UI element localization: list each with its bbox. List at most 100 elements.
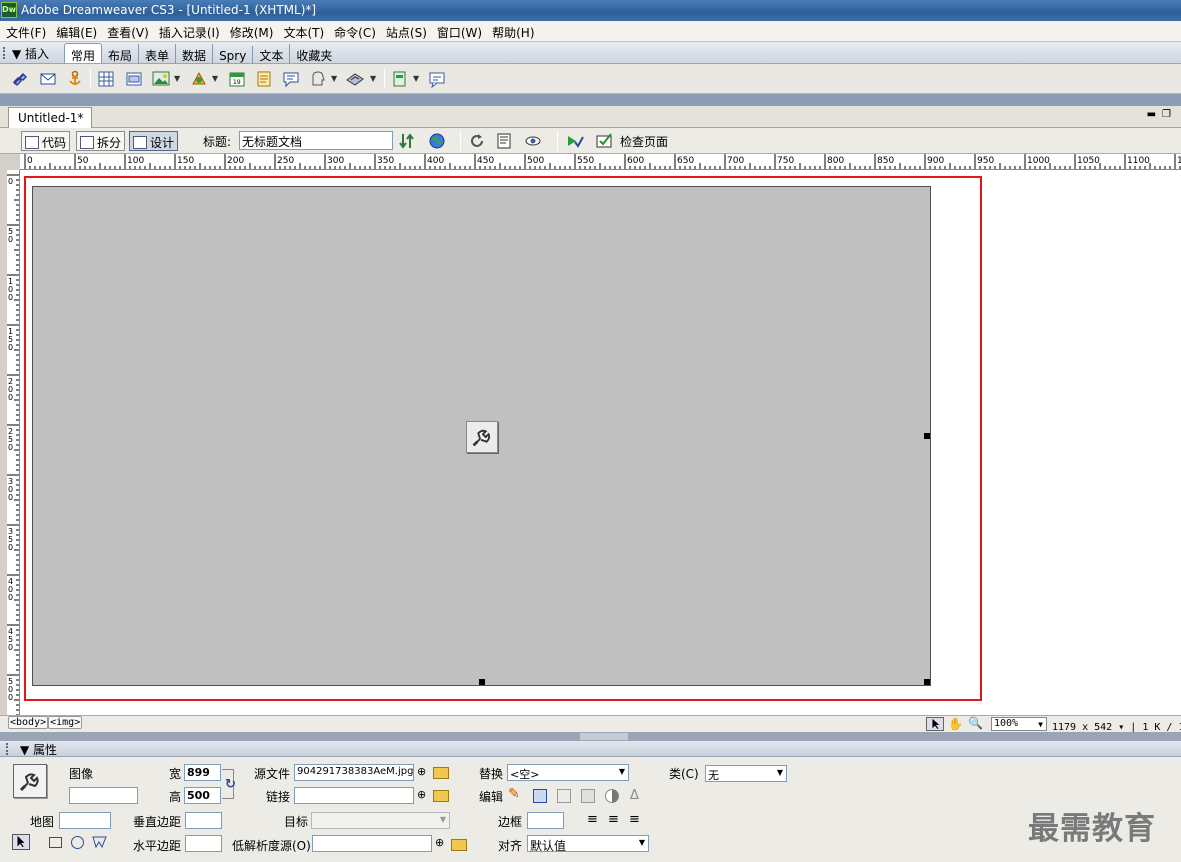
crop-icon[interactable] <box>557 789 571 803</box>
src-input[interactable]: 904291738383AeM.jpg <box>294 764 414 781</box>
class-select[interactable]: 无 <box>705 765 787 782</box>
reset-size-icon[interactable]: ↻ <box>225 777 236 792</box>
resize-handle-corner[interactable] <box>924 679 930 685</box>
rectangle-hotspot-icon[interactable] <box>49 837 62 848</box>
table-icon[interactable] <box>97 70 115 88</box>
browse-folder-icon[interactable] <box>433 767 449 779</box>
alt-select[interactable]: <空> <box>507 764 629 781</box>
server-side-include-icon[interactable] <box>255 70 273 88</box>
lowsrc-browse-folder-icon[interactable] <box>451 839 467 851</box>
menu-text[interactable]: 文本(T) <box>277 21 328 41</box>
document-tab[interactable]: Untitled-1* <box>8 107 93 128</box>
media-icon[interactable] <box>190 70 208 88</box>
tag-chooser-icon[interactable] <box>428 70 446 89</box>
image-name-input[interactable] <box>69 787 138 804</box>
visual-aids-icon[interactable] <box>524 132 542 150</box>
vspace-input[interactable] <box>185 812 222 829</box>
comment-icon[interactable] <box>282 70 300 88</box>
zoom-tool-icon[interactable]: 🔍 <box>968 716 983 730</box>
align-right-icon[interactable]: ≡ <box>629 812 640 827</box>
tag-img[interactable]: <img> <box>48 716 83 729</box>
panel-grip-icon[interactable] <box>3 47 7 59</box>
preview-in-browser-icon[interactable] <box>428 132 446 150</box>
image-dropdown-icon[interactable]: ▼ <box>174 74 180 83</box>
link-input[interactable] <box>294 787 414 804</box>
panel-splitter[interactable] <box>0 732 1181 741</box>
splitter-handle[interactable] <box>580 733 628 740</box>
script-dropdown-icon[interactable]: ▼ <box>370 74 376 83</box>
code-view-button[interactable]: 代码 <box>21 131 71 151</box>
select-tool-icon[interactable] <box>926 717 944 731</box>
optimize-icon[interactable] <box>533 789 547 803</box>
align-select[interactable]: 默认值 <box>527 835 649 852</box>
border-input[interactable] <box>527 812 564 829</box>
tag-body[interactable]: <body> <box>8 716 49 729</box>
refresh-icon[interactable] <box>468 132 486 150</box>
tab-forms[interactable]: 表单 <box>139 44 177 64</box>
hand-tool-icon[interactable]: ✋ <box>948 717 963 731</box>
file-management-icon[interactable] <box>398 132 416 150</box>
named-anchor-icon[interactable] <box>66 70 84 88</box>
menu-window[interactable]: 窗口(W) <box>431 21 486 41</box>
date-icon[interactable]: 19 <box>228 70 246 88</box>
link-point-to-file-icon[interactable]: ⊕ <box>417 788 426 801</box>
div-icon[interactable] <box>125 70 143 88</box>
minimize-icon[interactable]: ▬ <box>1147 109 1162 120</box>
menu-help[interactable]: 帮助(H) <box>486 21 538 41</box>
brightness-contrast-icon[interactable] <box>605 789 619 803</box>
check-page-button[interactable]: 检查页面 <box>620 133 668 150</box>
head-dropdown-icon[interactable]: ▼ <box>331 74 337 83</box>
view-options-icon[interactable] <box>496 132 514 150</box>
hspace-input[interactable] <box>185 835 222 852</box>
tab-common[interactable]: 常用 <box>64 43 103 63</box>
insert-panel-toggle[interactable]: ▼ 插入 <box>12 45 49 62</box>
map-name-input[interactable] <box>59 812 111 829</box>
lowsrc-input[interactable] <box>312 835 432 852</box>
menu-site[interactable]: 站点(S) <box>380 21 431 41</box>
sharpen-icon[interactable]: Δ <box>630 788 639 803</box>
email-link-icon[interactable] <box>39 70 57 88</box>
menu-view[interactable]: 查看(V) <box>101 21 153 41</box>
tab-layout[interactable]: 布局 <box>102 44 140 64</box>
validate-markup-icon[interactable] <box>566 132 584 150</box>
templates-icon[interactable] <box>391 70 409 88</box>
restore-icon[interactable]: ❐ <box>1162 109 1177 120</box>
resize-handle-right[interactable] <box>924 433 930 439</box>
check-browser-compat-icon[interactable] <box>596 132 614 150</box>
image-icon[interactable] <box>152 70 170 88</box>
align-center-icon[interactable]: ≡ <box>608 812 619 827</box>
circle-hotspot-icon[interactable] <box>71 836 84 849</box>
menu-modify[interactable]: 修改(M) <box>224 21 278 41</box>
tab-text[interactable]: 文本 <box>253 44 291 64</box>
media-dropdown-icon[interactable]: ▼ <box>212 74 218 83</box>
script-icon[interactable] <box>346 70 364 88</box>
head-icon[interactable] <box>309 70 327 88</box>
width-input[interactable]: 899 <box>184 764 221 781</box>
menu-file[interactable]: 文件(F) <box>0 21 50 41</box>
zoom-select[interactable]: 100% <box>991 717 1047 731</box>
templates-dropdown-icon[interactable]: ▼ <box>413 74 419 83</box>
page-title-input[interactable] <box>239 131 393 150</box>
properties-header[interactable]: ▼ 属性 <box>0 741 1181 757</box>
align-left-icon[interactable]: ≡ <box>587 812 598 827</box>
tab-spry[interactable]: Spry <box>213 46 254 66</box>
point-to-file-icon[interactable]: ⊕ <box>417 765 426 778</box>
tab-favorites[interactable]: 收藏夹 <box>290 44 338 64</box>
lowsrc-point-to-file-icon[interactable]: ⊕ <box>435 836 444 849</box>
target-select[interactable] <box>311 812 450 829</box>
resample-icon[interactable] <box>581 789 595 803</box>
design-view-button[interactable]: 设计 <box>129 131 179 151</box>
height-input[interactable]: 500 <box>184 787 221 804</box>
image-placeholder[interactable] <box>32 186 931 686</box>
menu-insert-record[interactable]: 插入记录(I) <box>153 21 224 41</box>
panel-grip-icon[interactable] <box>6 743 10 755</box>
tab-data[interactable]: 数据 <box>176 44 214 64</box>
link-browse-folder-icon[interactable] <box>433 790 449 802</box>
hyperlink-icon[interactable] <box>11 70 29 88</box>
edit-pencil-icon[interactable]: ✎ <box>508 786 520 802</box>
resize-handle-bottom[interactable] <box>479 679 485 685</box>
menu-edit[interactable]: 编辑(E) <box>50 21 101 41</box>
polygon-hotspot-icon[interactable] <box>92 835 107 852</box>
split-view-button[interactable]: 拆分 <box>76 131 126 151</box>
menu-commands[interactable]: 命令(C) <box>328 21 380 41</box>
